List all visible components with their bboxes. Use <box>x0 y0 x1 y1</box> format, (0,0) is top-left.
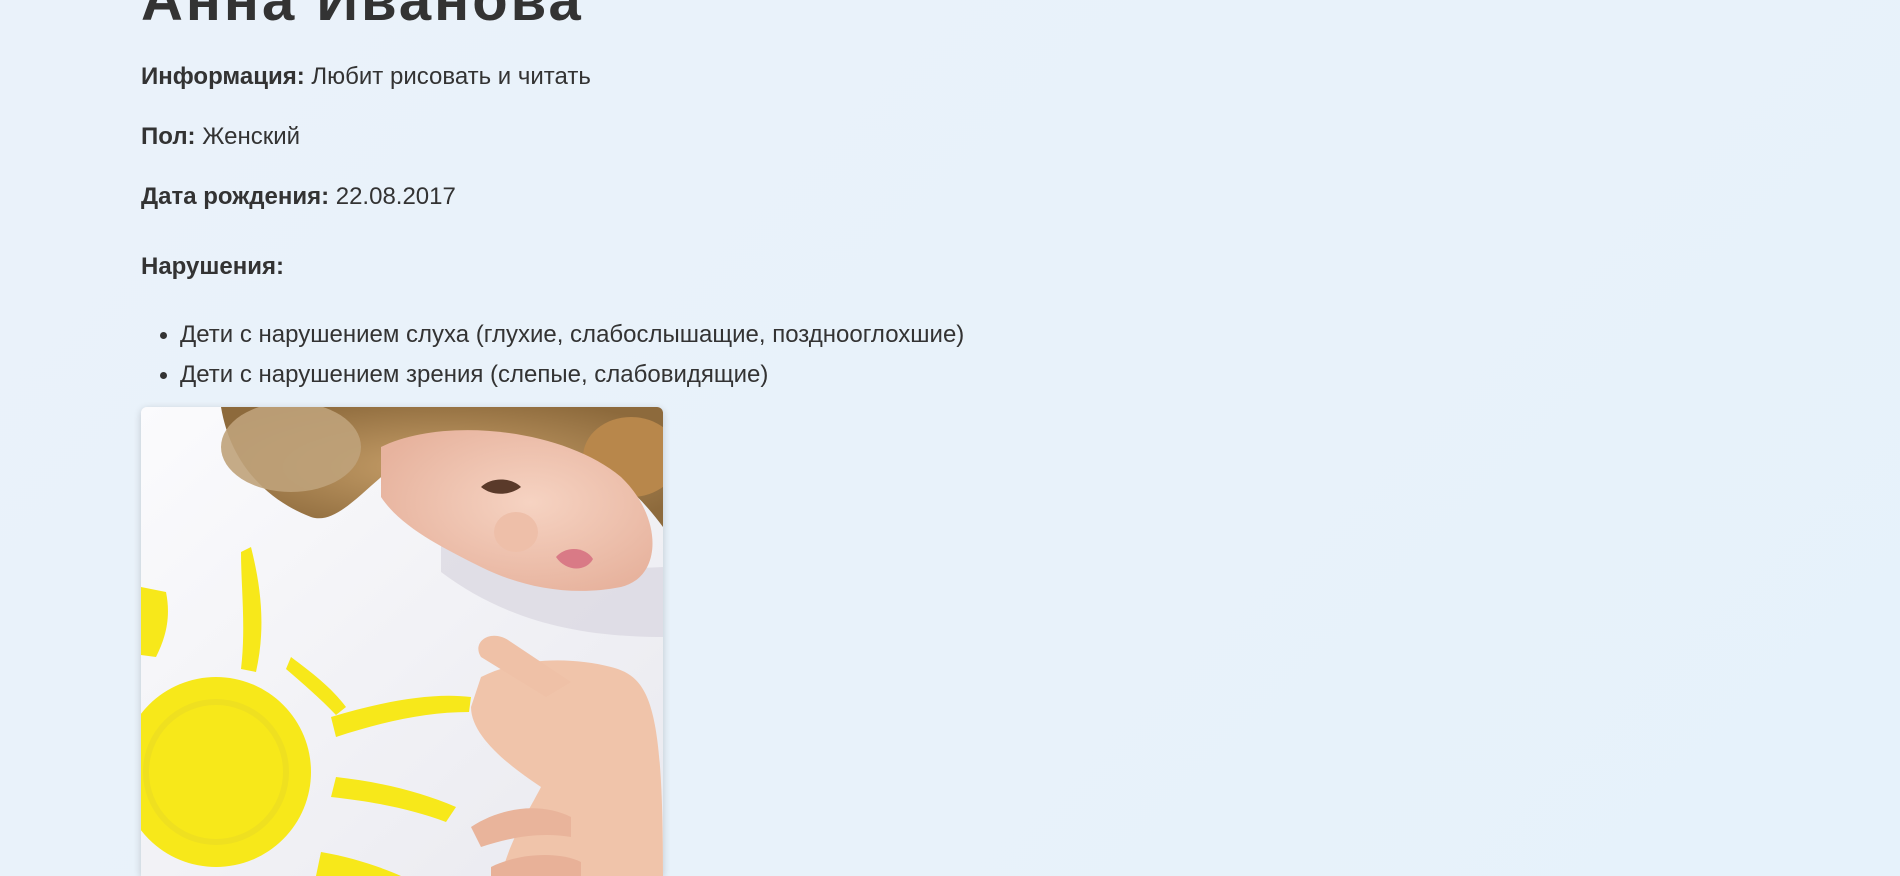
disorder-text: Дети с нарушением слуха (глухие, слабосл… <box>180 321 965 348</box>
disorders-list: Дети с нарушением слуха (глухие, слабосл… <box>141 315 964 395</box>
info-field: Информация: Любит рисовать и читать <box>141 65 591 89</box>
profile-photo <box>141 407 663 876</box>
list-item: Дети с нарушением слуха (глухие, слабосл… <box>141 315 964 355</box>
info-value: Любит рисовать и читать <box>311 63 591 90</box>
dob-value: 22.08.2017 <box>335 183 456 210</box>
gender-value: Женский <box>202 123 301 150</box>
disorders-title: Нарушения: <box>141 253 284 280</box>
bullet-icon <box>160 332 167 339</box>
child-painting-sun-photo-icon <box>141 407 663 876</box>
disorder-text: Дети с нарушением зрения (слепые, слабов… <box>180 361 769 388</box>
gender-label: Пол: <box>141 123 196 150</box>
info-label: Информация: <box>141 63 305 90</box>
bullet-icon <box>160 372 167 379</box>
dob-label: Дата рождения: <box>141 183 330 210</box>
profile-name: Анна Иванова <box>141 0 584 33</box>
gender-field: Пол: Женский <box>141 125 300 149</box>
list-item: Дети с нарушением зрения (слепые, слабов… <box>141 355 964 395</box>
dob-field: Дата рождения: 22.08.2017 <box>141 185 456 209</box>
